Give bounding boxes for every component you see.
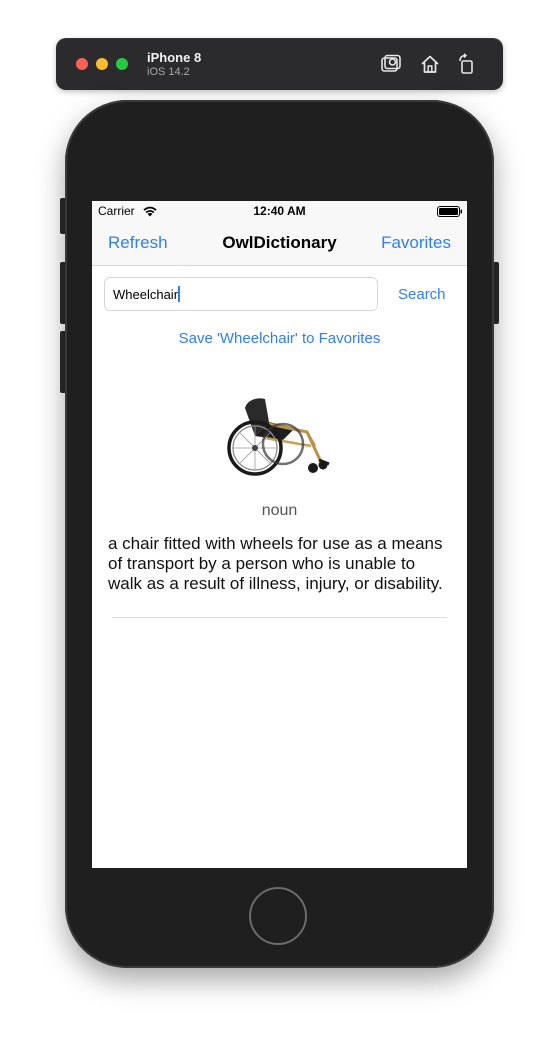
divider [112,617,447,618]
app-screen: Carrier 12:40 AM Refresh OwlDictionary F… [92,201,467,868]
minimize-window-button[interactable] [96,58,108,70]
save-to-favorites-button[interactable]: Save 'Wheelchair' to Favorites [92,330,467,347]
home-button[interactable] [249,887,307,945]
definition-text: a chair fitted with wheels for use as a … [108,534,443,593]
text-cursor [178,286,180,302]
search-button[interactable]: Search [398,286,446,303]
device-name: iPhone 8 [147,50,202,65]
zoom-window-button[interactable] [116,58,128,70]
simulator-title-bar: iPhone 8 iOS 14.2 [56,38,503,90]
close-window-button[interactable] [76,58,88,70]
search-input-value: Wheelchair [113,286,179,302]
favorites-button[interactable]: Favorites [381,233,451,253]
simulator-stage: iPhone 8 iOS 14.2 Carrier 12:40 AM Refre… [0,0,559,1043]
rotate-icon[interactable] [456,53,478,75]
home-icon[interactable] [419,53,441,75]
search-input[interactable]: Wheelchair [104,277,378,311]
os-version: iOS 14.2 [147,66,190,78]
part-of-speech: noun [261,502,298,519]
wheelchair-image [227,398,330,476]
clock: 12:40 AM [253,204,306,218]
battery-icon [437,206,463,217]
screenshot-icon[interactable] [380,53,402,75]
navigation-bar: Refresh OwlDictionary Favorites [92,221,467,266]
status-bar: Carrier 12:40 AM [92,201,467,221]
